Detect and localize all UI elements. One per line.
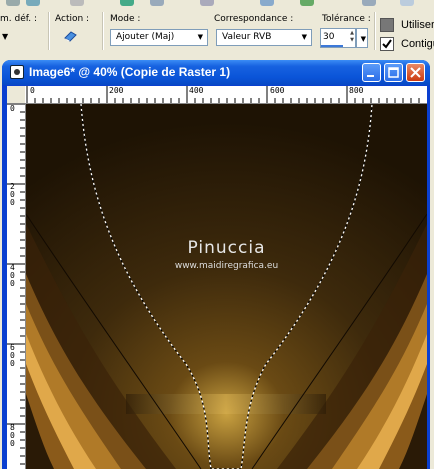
close-icon bbox=[410, 67, 421, 78]
ruler-ticks bbox=[26, 86, 420, 103]
tolerance-slider-bar bbox=[321, 45, 343, 47]
ruler-label: 800 bbox=[349, 86, 364, 95]
match-label: Correspondance : bbox=[214, 14, 294, 24]
mode-label: Mode : bbox=[110, 14, 141, 24]
close-button[interactable] bbox=[406, 63, 425, 82]
toolbar-icon[interactable] bbox=[300, 0, 314, 6]
ruler-label: 0 bbox=[10, 104, 15, 113]
horizontal-ruler: 0 200 400 600 800 bbox=[25, 86, 427, 104]
contiguous-checkbox[interactable] bbox=[380, 37, 394, 51]
minimize-icon bbox=[367, 75, 374, 77]
separator bbox=[374, 12, 376, 50]
mode-select[interactable]: Ajouter (Maj) ▼ bbox=[110, 29, 208, 46]
preset-label: m. déf. : bbox=[0, 14, 38, 24]
use-all-layers-label: Utiliser bbox=[401, 19, 434, 31]
ruler-label: 800 bbox=[10, 423, 15, 448]
toolbar-icon[interactable] bbox=[120, 0, 134, 6]
watermark-url: www.maidiregrafica.eu bbox=[174, 261, 279, 271]
chevron-down-icon: ▼ bbox=[301, 33, 307, 41]
toolbar-icon[interactable] bbox=[150, 0, 164, 6]
tolerance-input[interactable]: 30 ▲ ▼ bbox=[320, 28, 356, 48]
ruler-label: 200 bbox=[10, 182, 15, 207]
ruler-label: 200 bbox=[109, 86, 124, 95]
toolbar-icon[interactable] bbox=[362, 0, 376, 6]
image-window: Image6* @ 40% (Copie de Raster 1) 0 200 … bbox=[2, 60, 430, 469]
chevron-down-icon: ▼ bbox=[360, 35, 366, 43]
image-canvas[interactable]: Pinuccia www.maidiregrafica.eu bbox=[26, 104, 427, 469]
maximize-button[interactable] bbox=[384, 63, 403, 82]
contiguous-label: Contigu bbox=[401, 38, 434, 50]
minimize-button[interactable] bbox=[362, 63, 381, 82]
tolerance-popup-button[interactable]: ▼ bbox=[356, 28, 368, 48]
eraser-action-icon[interactable] bbox=[64, 30, 78, 42]
toolbar-icon[interactable] bbox=[260, 0, 274, 6]
separator bbox=[102, 12, 104, 50]
toolbar-icon[interactable] bbox=[26, 0, 40, 6]
top-toolbar-strip bbox=[0, 0, 434, 8]
toolbar-icon[interactable] bbox=[6, 0, 20, 6]
match-value: Valeur RVB bbox=[222, 32, 272, 42]
ruler-label: 400 bbox=[10, 263, 15, 288]
ruler-label: 0 bbox=[30, 86, 35, 95]
tolerance-label: Tolérance : bbox=[322, 14, 371, 24]
window-title-bar[interactable]: Image6* @ 40% (Copie de Raster 1) bbox=[2, 60, 430, 85]
watermark-name: Pinuccia bbox=[187, 238, 266, 258]
mode-value: Ajouter (Maj) bbox=[116, 32, 175, 42]
spin-arrows-icon[interactable]: ▲ ▼ bbox=[350, 30, 354, 44]
toolbar-icon[interactable] bbox=[70, 0, 84, 6]
tolerance-value: 30 bbox=[323, 32, 335, 42]
toolbar-icon[interactable] bbox=[400, 0, 414, 6]
preset-dropdown-arrow[interactable]: ▼ bbox=[2, 32, 8, 41]
vertical-ruler: 0 200 400 600 800 bbox=[7, 103, 26, 469]
ruler-label: 400 bbox=[189, 86, 204, 95]
ruler-label: 600 bbox=[10, 343, 15, 368]
use-all-layers-checkbox[interactable] bbox=[380, 18, 394, 32]
separator bbox=[48, 12, 50, 50]
ruler-label: 600 bbox=[270, 86, 285, 95]
ruler-corner bbox=[7, 86, 25, 103]
maximize-icon bbox=[388, 67, 399, 78]
action-label: Action : bbox=[55, 14, 90, 24]
camera-icon bbox=[10, 65, 24, 79]
checkmark-icon bbox=[382, 39, 392, 49]
match-mode-select[interactable]: Valeur RVB ▼ bbox=[216, 29, 312, 46]
window-title: Image6* @ 40% (Copie de Raster 1) bbox=[29, 65, 231, 79]
canvas-artwork bbox=[26, 104, 427, 469]
tool-options-toolbar: m. déf. : ▼ Action : Mode : Ajouter (Maj… bbox=[0, 0, 434, 56]
toolbar-icon[interactable] bbox=[200, 0, 214, 6]
chevron-down-icon: ▼ bbox=[197, 33, 203, 41]
